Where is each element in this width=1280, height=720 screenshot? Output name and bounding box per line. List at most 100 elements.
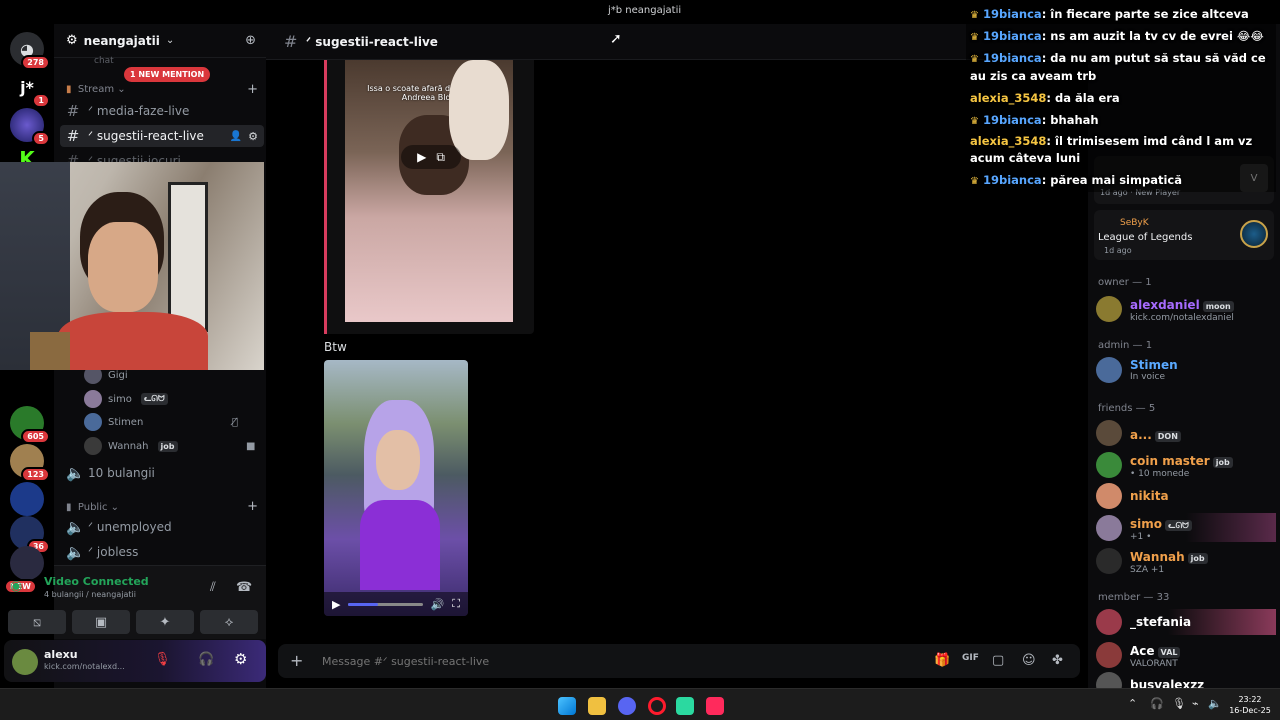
hash-icon: # xyxy=(66,102,80,120)
network-icon[interactable]: ⌁ xyxy=(1192,697,1199,710)
avatar xyxy=(1096,483,1122,509)
server-name: neangajatii xyxy=(83,33,160,48)
emoji-icon[interactable]: ☺ xyxy=(1022,653,1036,668)
activity-card[interactable]: SeByK League of Legends 1d ago xyxy=(1094,210,1274,260)
speaker-icon: 🔈 xyxy=(66,464,85,482)
mic-muted-icon[interactable]: 🎙 xyxy=(154,652,171,667)
avatar xyxy=(1096,451,1122,478)
role-heading-member: member — 33 xyxy=(1098,592,1170,603)
gif-icon[interactable]: GIF xyxy=(962,653,979,663)
video-play-overlay[interactable]: ▶ ⧉ xyxy=(401,145,461,169)
screen-share-icon: ▣ xyxy=(94,614,108,630)
member-coin-master[interactable]: coin master job • 10 monede xyxy=(1096,450,1276,479)
voice-user[interactable]: simo ᓚᘏᗢ xyxy=(84,390,168,408)
activities-button[interactable]: ✦ xyxy=(136,610,194,634)
server-badge: 123 xyxy=(21,467,50,482)
member-stimen[interactable]: Stimen In voice xyxy=(1096,357,1276,383)
server-icon[interactable]: NEW xyxy=(4,546,44,594)
windows-taskbar: ⌃ 🎧 🎙 ⌁ 🔈 23:22 16-Dec-25 xyxy=(0,688,1280,720)
channel-sugestii-react-live[interactable]: # ᐟ sugestii-react-live ⚙ 👤 xyxy=(60,125,264,147)
avatar xyxy=(1096,357,1122,383)
channel-media-faze-live[interactable]: # ᐟ media-faze-live xyxy=(66,100,190,122)
tiktok-icon[interactable] xyxy=(706,697,724,715)
username: alexu xyxy=(44,648,78,661)
settings-gear-icon[interactable]: ⚙ xyxy=(248,130,258,143)
new-mention-pill[interactable]: 1 NEW MENTION xyxy=(124,67,211,82)
file-explorer-icon[interactable] xyxy=(588,697,606,715)
screen-share-button[interactable]: ▣ xyxy=(72,610,130,634)
shirt xyxy=(58,312,208,370)
clock[interactable]: 23:22 16-Dec-25 xyxy=(1228,694,1272,716)
embed-video-1[interactable]: Issa o scoate afară din casă pe Andreea … xyxy=(324,60,534,334)
member-ace[interactable]: Ace VAL VALORANT xyxy=(1096,640,1276,669)
chevron-up-icon[interactable]: ⌃ xyxy=(1128,697,1137,710)
invite-icon[interactable]: 👤 xyxy=(230,131,242,142)
server-icon[interactable]: 123 xyxy=(10,444,50,482)
avatar xyxy=(1096,514,1122,541)
channel-chat[interactable]: chat xyxy=(94,56,114,66)
add-user-icon[interactable]: ⊕ xyxy=(245,33,256,48)
face xyxy=(376,430,420,490)
play-icon[interactable]: ▶ xyxy=(332,598,340,611)
webcam-overlay xyxy=(0,162,264,370)
stream-chat-overlay: ♛ 19bianca: în fiecare parte se zice alt… xyxy=(966,2,1276,192)
voice-location[interactable]: 4 bulangii / neangajatii xyxy=(44,590,136,599)
category-public[interactable]: ▮ Public ⌄ xyxy=(66,502,119,513)
app-taskbar-icon[interactable] xyxy=(676,697,694,715)
avatar xyxy=(1096,609,1122,635)
member-wannah[interactable]: Wannah job SZA +1 xyxy=(1096,546,1276,575)
headphones-deafened-icon[interactable]: 🎧 xyxy=(198,652,214,667)
add-channel-icon[interactable]: + xyxy=(247,82,258,97)
member-stefania[interactable]: _stefania xyxy=(1096,609,1276,635)
server-icon[interactable]: 605 xyxy=(10,406,50,444)
add-channel-icon[interactable]: + xyxy=(247,499,258,514)
opera-gx-icon[interactable] xyxy=(648,697,666,715)
message-list: Issa o scoate afară din casă pe Andreea … xyxy=(266,60,1088,640)
direct-messages-button[interactable]: ◕ 278 xyxy=(10,32,50,70)
video-attachment[interactable]: ▶ 🔊 ⛶ xyxy=(324,360,468,616)
video-thumbnail[interactable]: Issa o scoate afară din casă pe Andreea … xyxy=(345,60,513,322)
soundboard-button[interactable]: ⟡ xyxy=(200,610,258,634)
voice-user[interactable]: Wannah job ■ xyxy=(84,437,255,455)
camera-toggle-button[interactable]: ⧅ xyxy=(8,610,66,634)
signal-icon: ◉ xyxy=(10,578,23,594)
category-stream[interactable]: ▮ Stream ⌄ xyxy=(66,84,126,95)
member-alexdaniel[interactable]: alexdaniel moon kick.com/notalexdaniel xyxy=(1096,294,1276,323)
camera-off-icon: ⧅ xyxy=(32,614,42,630)
activities-icon: ✦ xyxy=(159,614,171,630)
avatar[interactable] xyxy=(12,649,38,675)
volume-icon[interactable]: 🔈 xyxy=(1208,697,1222,710)
volume-icon[interactable]: 🔊 xyxy=(431,598,445,611)
noise-suppression-icon[interactable]: ⫽ xyxy=(210,580,216,595)
attach-plus-icon[interactable]: + xyxy=(290,651,303,670)
chevron-down-icon: ⌄ xyxy=(165,35,175,46)
sticker-icon[interactable]: ▢ xyxy=(992,653,1004,668)
member-simo[interactable]: simo ᓚᘏᗢ +1 • xyxy=(1096,513,1276,542)
headphones-icon[interactable]: 🎧 xyxy=(1150,697,1164,710)
microphone-icon[interactable]: 🎙 xyxy=(1172,697,1186,710)
disconnect-icon[interactable]: ☎ xyxy=(236,580,252,595)
speaker-icon: 🔈 xyxy=(66,518,85,536)
voice-channel-unemployed[interactable]: 🔈 ᐟ unemployed xyxy=(66,516,172,538)
muted-icon: 🎙̸ xyxy=(232,416,239,428)
member-nikita[interactable]: nikita xyxy=(1096,483,1276,509)
voice-channel-jobless[interactable]: 🔈 ᐟ jobless xyxy=(66,541,138,563)
server-icon-jb[interactable]: j* 1 xyxy=(10,70,50,108)
message-input[interactable] xyxy=(322,651,882,671)
avatar xyxy=(84,390,102,408)
gift-icon[interactable]: 🎁 xyxy=(934,653,950,668)
video-progress-bar[interactable] xyxy=(348,602,423,606)
server-icon[interactable]: 5 xyxy=(10,108,50,146)
voice-channel-10-bulangii[interactable]: 🔈 10 bulangii xyxy=(66,462,155,484)
user-settings-gear-icon[interactable]: ⚙ xyxy=(234,650,247,668)
server-header[interactable]: ⚙ neangajatii ⌄ ⊕ xyxy=(54,24,266,58)
member-a[interactable]: a... DON xyxy=(1096,420,1276,446)
fullscreen-icon[interactable]: ⛶ xyxy=(452,597,460,611)
server-badge: 605 xyxy=(21,429,50,444)
server-icon[interactable]: 36 xyxy=(10,516,50,554)
discord-taskbar-icon[interactable] xyxy=(618,697,636,715)
voice-user[interactable]: Stimen 🎙̸ xyxy=(84,413,238,431)
start-menu-icon[interactable] xyxy=(558,697,576,715)
apps-icon[interactable]: ✤ xyxy=(1052,653,1063,668)
server-icon[interactable] xyxy=(10,482,44,516)
